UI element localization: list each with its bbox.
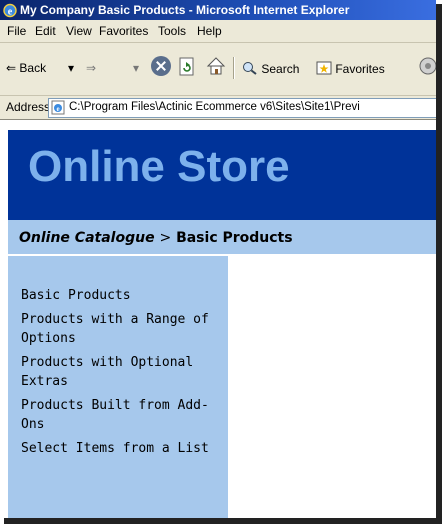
breadcrumb: Online Catalogue > Basic Products — [8, 220, 436, 254]
sidebar-item-basic-products[interactable]: Basic Products — [21, 286, 221, 305]
home-icon[interactable] — [206, 56, 226, 76]
menu-help[interactable]: Help — [197, 24, 222, 38]
menu-edit[interactable]: Edit — [35, 24, 56, 38]
window-title: My Company Basic Products - Microsoft In… — [20, 3, 350, 17]
menu-bar: File Edit View Favorites Tools Help — [0, 20, 436, 43]
menu-file[interactable]: File — [7, 24, 26, 38]
browser-window: e My Company Basic Products - Microsoft … — [0, 0, 436, 518]
page-icon: e — [51, 100, 65, 115]
forward-button[interactable]: ⇒ — [86, 61, 96, 75]
store-title: Online Store — [28, 142, 290, 191]
favorites-button[interactable]: Favorites — [316, 61, 385, 76]
address-bar: Address e C:\Program Files\Actinic Ecomm… — [0, 96, 436, 120]
address-input[interactable]: e C:\Program Files\Actinic Ecommerce v6\… — [48, 98, 436, 118]
address-url: C:\Program Files\Actinic Ecommerce v6\Si… — [69, 101, 360, 113]
svg-text:e: e — [8, 7, 13, 18]
menu-tools[interactable]: Tools — [158, 24, 186, 38]
sidebar-item-select-from-list[interactable]: Select Items from a List — [21, 439, 221, 458]
back-button[interactable]: ⇐ Back — [6, 61, 46, 75]
window-shadow-right — [436, 4, 442, 524]
menu-favorites[interactable]: Favorites — [99, 24, 148, 38]
refresh-icon[interactable] — [178, 57, 196, 77]
search-label: Search — [261, 62, 300, 76]
back-dropdown-icon[interactable]: ▾ — [68, 61, 74, 75]
search-icon — [243, 62, 257, 75]
window-shadow-bottom — [4, 518, 442, 524]
back-label: Back — [19, 61, 47, 75]
toolbar: ⇐ Back ▾ ⇒ ▾ Search Favorites — [0, 43, 436, 96]
sidebar-item-add-ons[interactable]: Products Built from Add-Ons — [21, 396, 221, 434]
sidebar: Basic Products Products with a Range of … — [8, 256, 228, 518]
sidebar-item-range-of-options[interactable]: Products with a Range of Options — [21, 310, 221, 348]
media-icon[interactable] — [418, 56, 436, 76]
sidebar-list: Basic Products Products with a Range of … — [21, 286, 221, 463]
internet-explorer-icon: e — [3, 3, 17, 18]
search-button[interactable]: Search — [242, 61, 299, 76]
toolbar-separator — [233, 57, 235, 79]
title-bar[interactable]: e My Company Basic Products - Microsoft … — [0, 0, 436, 20]
menu-view[interactable]: View — [66, 24, 92, 38]
breadcrumb-current: Basic Products — [176, 230, 293, 246]
breadcrumb-link-online-catalogue[interactable]: Online Catalogue — [19, 230, 155, 246]
breadcrumb-separator: > — [159, 230, 172, 246]
back-arrow-icon: ⇐ — [6, 61, 17, 75]
favorites-icon — [316, 61, 332, 75]
stop-icon[interactable] — [151, 56, 171, 76]
favorites-label: Favorites — [335, 62, 385, 76]
address-label: Address — [6, 100, 51, 114]
store-header: Online Store — [8, 130, 436, 220]
forward-dropdown-icon[interactable]: ▾ — [133, 61, 139, 75]
svg-text:e: e — [56, 105, 59, 113]
sidebar-item-optional-extras[interactable]: Products with Optional Extras — [21, 353, 221, 391]
